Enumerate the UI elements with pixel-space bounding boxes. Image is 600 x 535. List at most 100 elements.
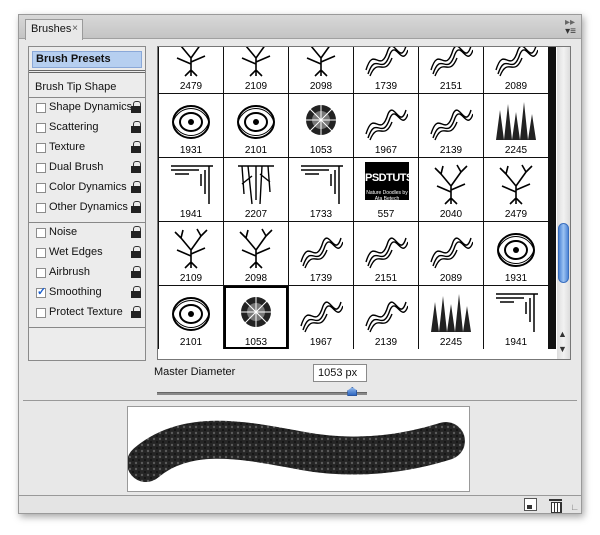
brush-preset-557[interactable]: PSDTUTS Nature Doodles by Ata Betech 557 — [354, 158, 418, 221]
brush-preset-2109[interactable]: 2109 — [159, 222, 223, 285]
option-label: Airbrush — [49, 266, 90, 278]
lock-icon[interactable] — [131, 201, 141, 213]
scroll-down-arrow-icon[interactable]: ▼ — [558, 344, 567, 354]
brush-preset-2207[interactable]: 2207 — [224, 158, 288, 221]
option-row-shape-dynamics[interactable]: Shape Dynamics — [29, 98, 145, 118]
option-label: Color Dynamics — [49, 181, 127, 193]
brush-preset-1053[interactable]: 1053 — [289, 94, 353, 157]
brush-preset-2098[interactable]: 2098 — [224, 222, 288, 285]
checkbox[interactable] — [36, 163, 46, 173]
brush-preset-2479[interactable]: 2479 — [159, 47, 223, 93]
brush-size-label: 2109 — [179, 273, 203, 284]
scrollbar-thumb[interactable] — [558, 223, 569, 283]
stroke-preview — [127, 406, 470, 492]
option-row-smoothing[interactable]: Smoothing — [29, 283, 145, 303]
brush-preset-1733[interactable]: 1733 — [289, 158, 353, 221]
preset-scrollbar[interactable]: ▲ ▼ — [557, 47, 570, 359]
new-brush-icon[interactable] — [524, 498, 537, 511]
trash-icon[interactable] — [549, 498, 562, 513]
panel-menu-icon[interactable]: ▾≡ — [565, 26, 576, 37]
option-row-wet-edges[interactable]: Wet Edges — [29, 243, 145, 263]
slider-thumb-icon[interactable] — [347, 387, 358, 396]
lock-icon[interactable] — [131, 246, 141, 258]
master-diameter-slider[interactable] — [157, 392, 367, 395]
brush-preset-2098[interactable]: 2098 — [289, 47, 353, 93]
brush-preset-1931[interactable]: 1931 — [159, 94, 223, 157]
panel-bottom-bar: ∟ — [19, 495, 581, 513]
lock-icon[interactable] — [131, 286, 141, 298]
brush-size-label: 1967 — [374, 145, 398, 156]
brush-preset-2151[interactable]: 2151 — [354, 222, 418, 285]
brush-size-label: 1053 — [309, 145, 333, 156]
tab-brushes[interactable]: Brushes × — [25, 19, 83, 40]
option-row-scattering[interactable]: Scattering — [29, 118, 145, 138]
checkbox[interactable] — [36, 268, 46, 278]
option-row-texture[interactable]: Texture — [29, 138, 145, 158]
option-label: Protect Texture — [49, 306, 123, 318]
panel-titlebar: Brushes × ▸▸ ▾≡ — [19, 15, 581, 40]
brush-preset-2479[interactable]: 2479 — [484, 158, 548, 221]
lock-icon[interactable] — [131, 226, 141, 238]
lock-icon[interactable] — [131, 306, 141, 318]
lock-icon[interactable] — [131, 141, 141, 153]
option-row-color-dynamics[interactable]: Color Dynamics — [29, 178, 145, 198]
brush-size-label: 2101 — [244, 145, 268, 156]
lock-icon[interactable] — [131, 121, 141, 133]
brush-preset-2101[interactable]: 2101 — [159, 286, 223, 349]
brush-preset-2245[interactable]: 2245 — [484, 94, 548, 157]
brush-preset-2040[interactable]: 2040 — [419, 158, 483, 221]
brush-preset-2089[interactable]: 2089 — [484, 47, 548, 93]
lock-icon[interactable] — [131, 181, 141, 193]
checkbox[interactable] — [36, 203, 46, 213]
resize-grip-icon[interactable]: ∟ — [570, 502, 579, 512]
brush-preset-1053[interactable]: 1053 — [224, 286, 288, 349]
brush-preset-2245[interactable]: 2245 — [419, 286, 483, 349]
brush-settings-sidebar: Brush Presets Brush Tip Shape Shape Dyna… — [28, 46, 146, 361]
brushes-panel: Brushes × ▸▸ ▾≡ Brush Presets Brush Tip … — [18, 14, 582, 514]
extra-options: Noise Wet Edges Airbrush Smoothing Protect T… — [29, 223, 145, 323]
option-row-protect-texture[interactable]: Protect Texture — [29, 303, 145, 323]
brush-size-label: 2479 — [504, 209, 528, 220]
brush-preset-2139[interactable]: 2139 — [419, 94, 483, 157]
tab-close-icon[interactable]: × — [72, 23, 78, 34]
checkbox[interactable] — [36, 103, 46, 113]
lock-icon[interactable] — [131, 266, 141, 278]
checkbox[interactable] — [36, 248, 46, 258]
option-row-dual-brush[interactable]: Dual Brush — [29, 158, 145, 178]
lock-icon[interactable] — [131, 101, 141, 113]
checkbox[interactable] — [36, 285, 46, 298]
brush-preset-1967[interactable]: 1967 — [354, 94, 418, 157]
brush-preset-2089[interactable]: 2089 — [419, 222, 483, 285]
logo-subtitle: Nature Doodles by Ata Betech — [366, 190, 408, 202]
option-row-noise[interactable]: Noise — [29, 223, 145, 243]
brush-preset-1739[interactable]: 1739 — [354, 47, 418, 93]
brush-size-label: 2098 — [244, 273, 268, 284]
master-diameter-input[interactable] — [313, 364, 367, 382]
brush-size-label: 2151 — [439, 81, 463, 92]
brush-preset-1941[interactable]: 1941 — [159, 158, 223, 221]
brush-size-label: 1941 — [179, 209, 203, 220]
brush-preset-1941[interactable]: 1941 — [484, 286, 548, 349]
lock-icon[interactable] — [131, 161, 141, 173]
option-row-airbrush[interactable]: Airbrush — [29, 263, 145, 283]
brush-preset-2151[interactable]: 2151 — [419, 47, 483, 93]
scroll-up-arrow-icon[interactable]: ▲ — [558, 329, 567, 339]
checkbox[interactable] — [36, 308, 46, 318]
brush-size-label: 2151 — [374, 273, 398, 284]
brush-preset-2101[interactable]: 2101 — [224, 94, 288, 157]
option-row-other-dynamics[interactable]: Other Dynamics — [29, 198, 145, 218]
checkbox[interactable] — [36, 228, 46, 238]
checkbox[interactable] — [36, 143, 46, 153]
brush-preset-1931[interactable]: 1931 — [484, 222, 548, 285]
brush-preset-1739[interactable]: 1739 — [289, 222, 353, 285]
brush-size-label: 2098 — [309, 81, 333, 92]
checkbox[interactable] — [36, 123, 46, 133]
brush-preset-2139[interactable]: 2139 — [354, 286, 418, 349]
brush-preset-2109[interactable]: 2109 — [224, 47, 288, 93]
checkbox[interactable] — [36, 183, 46, 193]
brush-size-label: 1739 — [374, 81, 398, 92]
brush-presets-item[interactable]: Brush Presets — [32, 51, 142, 68]
brush-size-label: 1053 — [244, 337, 268, 348]
brush-tip-shape-item[interactable]: Brush Tip Shape — [29, 75, 145, 97]
brush-preset-1967[interactable]: 1967 — [289, 286, 353, 349]
